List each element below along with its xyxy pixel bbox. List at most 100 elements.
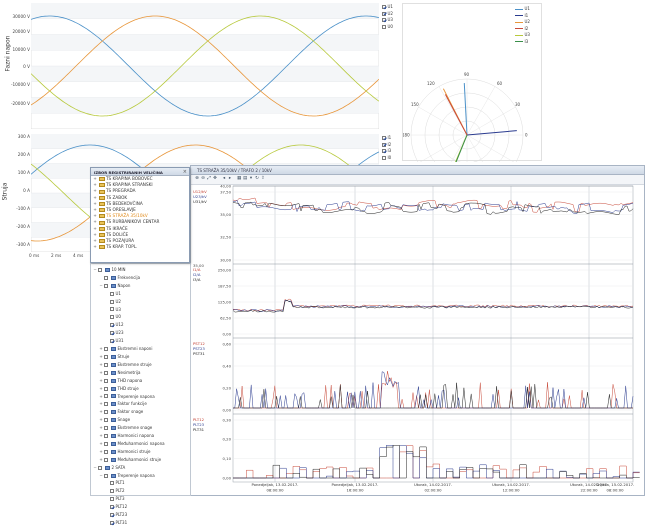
- tree-item[interactable]: + Ekstremni naponi: [93, 345, 165, 353]
- tree-item[interactable]: U0: [93, 313, 165, 321]
- tree-item[interactable]: + THD struje: [93, 385, 165, 393]
- tree-checkbox[interactable]: [104, 347, 108, 352]
- expander-icon[interactable]: +: [99, 456, 103, 464]
- chart-icon[interactable]: ▤: [243, 176, 247, 181]
- expander-icon[interactable]: +: [99, 345, 103, 353]
- legend-checkbox[interactable]: [382, 142, 386, 147]
- legend-checkbox[interactable]: [382, 24, 386, 29]
- tree-item[interactable]: − Treperenje napona: [93, 472, 165, 480]
- dropdown-icon[interactable]: ▾: [249, 176, 253, 181]
- pan-icon[interactable]: ✥: [213, 176, 217, 181]
- tree-checkbox[interactable]: [110, 299, 114, 304]
- tree-checkbox[interactable]: [110, 489, 114, 494]
- tree-item[interactable]: + Ekstremne struje: [93, 361, 165, 369]
- expander-icon[interactable]: +: [99, 432, 103, 440]
- zoom-in-icon[interactable]: ⊕: [195, 176, 199, 181]
- tree-item[interactable]: U2: [93, 298, 165, 306]
- expander-icon[interactable]: +: [99, 353, 103, 361]
- tree-checkbox[interactable]: [110, 497, 114, 502]
- tree-item[interactable]: U1: [93, 290, 165, 298]
- expander-icon[interactable]: +: [99, 440, 103, 448]
- tree-item[interactable]: U23: [93, 329, 165, 337]
- tree-checkbox[interactable]: [110, 331, 114, 336]
- tree-item[interactable]: + Faktor funkcije: [93, 400, 165, 408]
- tree-checkbox[interactable]: [104, 473, 108, 478]
- tree-item[interactable]: PLT23: [93, 511, 165, 519]
- tree-checkbox[interactable]: [104, 275, 108, 280]
- tree-item[interactable]: PLT3: [93, 495, 165, 503]
- expander-icon[interactable]: +: [99, 393, 103, 401]
- tree-item[interactable]: Frekvencija: [93, 274, 165, 282]
- tree-item[interactable]: + Nesimetrija: [93, 369, 165, 377]
- expander-icon[interactable]: −: [93, 464, 97, 472]
- refresh-icon[interactable]: ↻: [255, 176, 259, 181]
- zoom-out-icon[interactable]: ⊖: [201, 176, 205, 181]
- expander-icon[interactable]: +: [99, 361, 103, 369]
- tree-item[interactable]: − Napon: [93, 282, 165, 290]
- tree-checkbox[interactable]: [104, 410, 108, 415]
- tree-item[interactable]: U31: [93, 337, 165, 345]
- tree-checkbox[interactable]: [104, 426, 108, 431]
- tree-item[interactable]: + Međuharmonici struje: [93, 456, 165, 464]
- zoom-fit-icon[interactable]: ⤢: [207, 176, 211, 181]
- tree-checkbox[interactable]: [104, 457, 108, 462]
- tree-checkbox[interactable]: [104, 354, 108, 359]
- tree-checkbox[interactable]: [104, 402, 108, 407]
- expander-icon[interactable]: +: [99, 377, 103, 385]
- legend-checkbox[interactable]: [382, 11, 386, 16]
- expander-icon[interactable]: +: [99, 424, 103, 432]
- tree-checkbox[interactable]: [104, 394, 108, 399]
- tree-item[interactable]: + Struje: [93, 353, 165, 361]
- legend-checkbox[interactable]: [382, 18, 386, 23]
- tree-checkbox[interactable]: [110, 291, 114, 296]
- close-icon[interactable]: ×: [183, 169, 187, 175]
- tree-item[interactable]: − 10 MIN: [93, 266, 165, 274]
- tree-checkbox[interactable]: [104, 449, 108, 454]
- tree-item[interactable]: − 2 SATA: [93, 464, 165, 472]
- expander-icon[interactable]: +: [99, 385, 103, 393]
- tree-checkbox[interactable]: [98, 465, 102, 470]
- tree-item[interactable]: PLT31: [93, 519, 165, 527]
- prev-icon[interactable]: ◂: [222, 176, 226, 181]
- tree-item[interactable]: PLT12: [93, 503, 165, 511]
- tree-item[interactable]: PLT2: [93, 487, 165, 495]
- grid-icon[interactable]: ▦: [237, 176, 241, 181]
- tree-item[interactable]: + Treperenje napona: [93, 393, 165, 401]
- expander-icon[interactable]: +: [99, 416, 103, 424]
- trend-window-titlebar[interactable]: TS STRAŽA 35/10kV / TRAFO 2 / 10kV: [191, 166, 644, 175]
- legend-checkbox[interactable]: [382, 155, 386, 160]
- legend-checkbox[interactable]: [382, 136, 386, 141]
- tree-checkbox[interactable]: [110, 323, 114, 328]
- tree-item[interactable]: PLT1: [93, 479, 165, 487]
- expander-icon[interactable]: −: [93, 266, 97, 274]
- tree-item[interactable]: + Faktor snage: [93, 408, 165, 416]
- tree-item[interactable]: U12: [93, 321, 165, 329]
- tree-checkbox[interactable]: [104, 362, 108, 367]
- tree-checkbox[interactable]: [110, 339, 114, 344]
- expander-icon[interactable]: +: [99, 369, 103, 377]
- next-icon[interactable]: ▸: [228, 176, 232, 181]
- export-icon[interactable]: ⇪: [261, 176, 265, 181]
- tree-item[interactable]: + Snage: [93, 416, 165, 424]
- tree-checkbox[interactable]: [104, 370, 108, 375]
- tree-checkbox[interactable]: [110, 513, 114, 518]
- tree-item[interactable]: + Međuharmonici napona: [93, 440, 164, 448]
- tree-checkbox[interactable]: [104, 433, 108, 438]
- tree-item[interactable]: U3: [93, 306, 165, 314]
- tree-item[interactable]: + Harmonici napona: [93, 432, 165, 440]
- tree-checkbox[interactable]: [110, 307, 114, 312]
- expander-icon[interactable]: +: [99, 400, 103, 408]
- legend-checkbox[interactable]: [382, 5, 386, 10]
- tree-item[interactable]: + Ekstremne snage: [93, 424, 165, 432]
- tree-checkbox[interactable]: [104, 418, 108, 423]
- legend-item-u0[interactable]: U0: [382, 24, 393, 31]
- expander-icon[interactable]: −: [99, 472, 103, 480]
- tree-checkbox[interactable]: [110, 481, 114, 486]
- tree-checkbox[interactable]: [104, 386, 108, 391]
- tree-checkbox[interactable]: [104, 283, 108, 288]
- expander-icon[interactable]: +: [93, 244, 97, 250]
- legend-checkbox[interactable]: [382, 149, 386, 154]
- expander-icon[interactable]: +: [99, 448, 103, 456]
- tree-item[interactable]: + Harmonici struje: [93, 448, 165, 456]
- tree-checkbox[interactable]: [110, 315, 114, 320]
